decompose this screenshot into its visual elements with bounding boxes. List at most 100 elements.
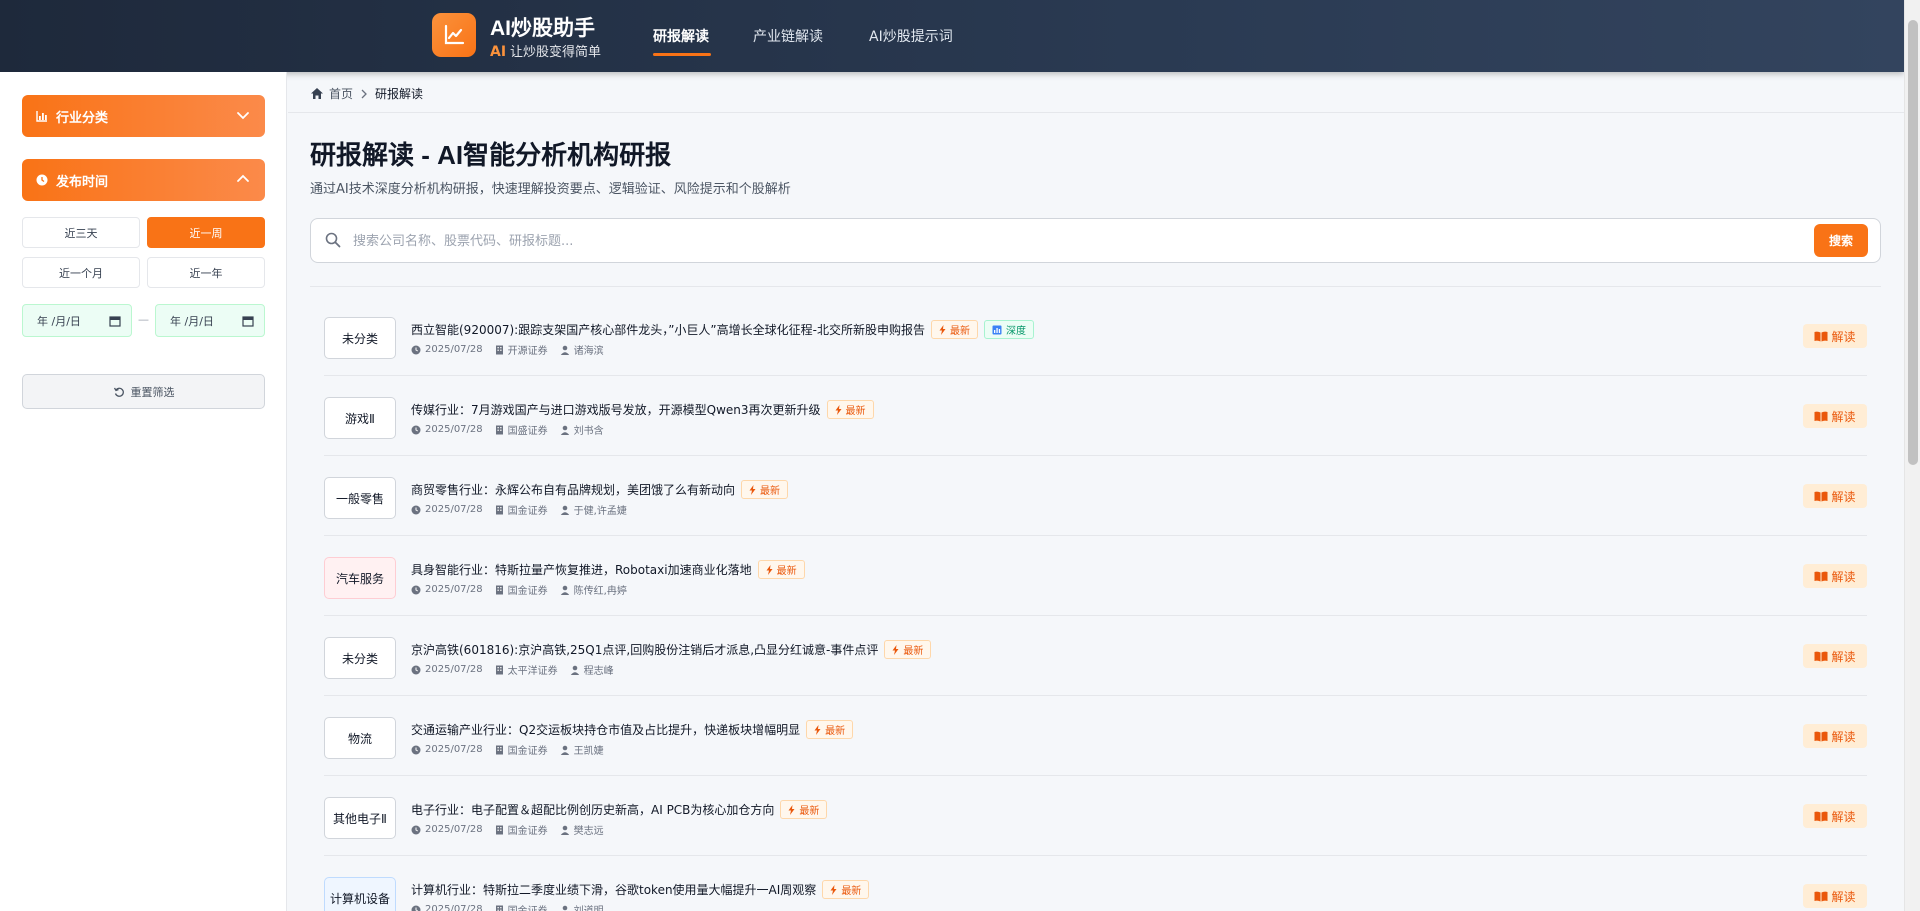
report-row[interactable]: 其他电子Ⅱ 电子行业：电子配置＆超配比例创历史新高，AI PCB为核心加仓方向 最新… [310, 776, 1867, 856]
date-range-separator: — [138, 313, 149, 326]
new-badge: 最新 [822, 880, 870, 899]
time-option-1week[interactable]: 近一周 [147, 217, 265, 248]
search-input[interactable] [353, 227, 1693, 255]
book-open-icon [1814, 651, 1828, 661]
report-author: 王凯婕 [573, 746, 604, 757]
read-button[interactable]: 解读 [1803, 884, 1867, 908]
page-subtitle: 通过AI技术深度分析机构研报，快速理解投资要点、逻辑验证、风险提示和个股解析 [310, 182, 791, 197]
read-button[interactable]: 解读 [1803, 324, 1867, 348]
industry-tag: 物流 [324, 717, 396, 759]
report-title: 交通运输产业行业：Q2交运板块持仓市值及占比提升，快递板块增幅明显 [411, 723, 801, 737]
report-title: 西立智能(920007):跟踪支架国产核心部件龙头，”小巨人”高增长全球化征程-… [411, 323, 925, 337]
new-badge: 最新 [826, 400, 874, 419]
report-title-link[interactable]: 具身智能行业：特斯拉量产恢复推进，Robotaxi加速商业化落地 最新 [411, 560, 805, 579]
read-button[interactable]: 解读 [1803, 644, 1867, 668]
industry-tag: 一般零售 [324, 477, 396, 519]
report-title: 传媒行业：7月游戏国产与进口游戏版号发放，开源模型Qwen3再次更新升级 [411, 403, 821, 417]
report-row[interactable]: 物流 交通运输产业行业：Q2交运板块持仓市值及占比提升，快递板块增幅明显 最新 202… [310, 696, 1867, 776]
clock-icon [411, 345, 421, 354]
report-meta: 2025/07/28 国金证券 王凯婕 [411, 742, 616, 757]
bolt-icon [766, 564, 773, 575]
report-author: 诸海滨 [573, 346, 604, 357]
report-broker: 国金证券 [507, 826, 548, 837]
building-icon [495, 665, 503, 674]
read-button[interactable]: 解读 [1803, 724, 1867, 748]
building-icon [495, 345, 503, 354]
report-title-link[interactable]: 商贸零售行业：永辉公布自有品牌规划，美团饿了么有新动向 最新 [411, 480, 789, 499]
clock-icon [411, 745, 421, 754]
time-option-1year[interactable]: 近一年 [147, 257, 265, 288]
clock-icon [411, 505, 421, 514]
report-row[interactable]: 汽车服务 具身智能行业：特斯拉量产恢复推进，Robotaxi加速商业化落地 最新 20… [310, 536, 1867, 616]
user-icon [570, 665, 579, 675]
report-author: 程志峰 [583, 666, 614, 677]
chevron-up-icon [237, 174, 249, 182]
report-title-link[interactable]: 西立智能(920007):跟踪支架国产核心部件龙头，”小巨人”高增长全球化征程-… [411, 320, 1034, 339]
end-date-input[interactable]: 年 /月/日 [155, 304, 265, 337]
chevron-down-icon [237, 112, 249, 120]
report-broker: 国金证券 [507, 506, 548, 517]
clock-icon [411, 905, 421, 911]
bolt-icon [749, 484, 756, 495]
app-title: AI炒股助手 [490, 17, 595, 40]
report-title-link[interactable]: 计算机行业：特斯拉二季度业绩下滑，谷歌token使用量大幅提升一AI周观察 最新 [411, 880, 870, 899]
report-title: 京沪高铁(601816):京沪高铁,25Q1点评,回购股份注销后才派息,凸显分红… [411, 643, 879, 657]
report-title-link[interactable]: 京沪高铁(601816):京沪高铁,25Q1点评,回购股份注销后才派息,凸显分红… [411, 640, 932, 659]
page-scrollbar[interactable] [1904, 0, 1920, 911]
undo-icon [113, 387, 124, 397]
nav-research-report[interactable]: 研报解读 [653, 26, 709, 46]
report-row[interactable]: 一般零售 商贸零售行业：永辉公布自有品牌规划，美团饿了么有新动向 最新 2025/07… [310, 456, 1867, 536]
report-meta: 2025/07/28 国金证券 于健,许孟婕 [411, 502, 639, 517]
report-row[interactable]: 计算机设备 计算机行业：特斯拉二季度业绩下滑，谷歌token使用量大幅提升一AI周… [310, 856, 1867, 911]
search-button[interactable]: 搜索 [1814, 224, 1868, 257]
search-bar: 搜索 [310, 218, 1881, 263]
building-icon [495, 585, 503, 594]
report-broker: 开源证券 [507, 346, 548, 357]
new-badge: 最新 [930, 320, 978, 339]
nav-industry-chain[interactable]: 产业链解读 [753, 26, 823, 46]
read-button[interactable]: 解读 [1803, 564, 1867, 588]
clock-icon [36, 174, 48, 186]
time-option-1month[interactable]: 近一个月 [22, 257, 140, 288]
new-badge: 最新 [780, 800, 828, 819]
book-open-icon [1814, 411, 1828, 421]
logo-chart-icon[interactable] [432, 13, 476, 57]
read-button[interactable]: 解读 [1803, 404, 1867, 428]
reset-filter-button[interactable]: 重置筛选 [22, 374, 265, 409]
calendar-icon [242, 316, 254, 327]
industry-tag: 未分类 [324, 637, 396, 679]
user-icon [560, 585, 569, 595]
report-broker: 国金证券 [507, 746, 548, 757]
start-date-input[interactable]: 年 /月/日 [22, 304, 132, 337]
report-title-link[interactable]: 电子行业：电子配置＆超配比例创历史新高，AI PCB为核心加仓方向 最新 [411, 800, 828, 819]
report-title-link[interactable]: 传媒行业：7月游戏国产与进口游戏版号发放，开源模型Qwen3再次更新升级 最新 [411, 400, 874, 419]
report-broker: 国盛证券 [507, 426, 548, 437]
user-icon [560, 425, 569, 435]
nav-active-indicator [653, 53, 711, 56]
industry-tag: 未分类 [324, 317, 396, 359]
read-button[interactable]: 解读 [1803, 484, 1867, 508]
time-option-3days[interactable]: 近三天 [22, 217, 140, 248]
report-row[interactable]: 未分类 西立智能(920007):跟踪支架国产核心部件龙头，”小巨人”高增长全球化… [310, 296, 1867, 376]
read-button[interactable]: 解读 [1803, 804, 1867, 828]
industry-filter-header[interactable]: 行业分类 [22, 95, 265, 137]
report-title: 具身智能行业：特斯拉量产恢复推进，Robotaxi加速商业化落地 [411, 563, 752, 577]
report-row[interactable]: 游戏Ⅱ 传媒行业：7月游戏国产与进口游戏版号发放，开源模型Qwen3再次更新升级最… [310, 376, 1867, 456]
search-icon [325, 232, 341, 248]
nav-ai-prompts[interactable]: AI炒股提示词 [869, 26, 953, 46]
book-open-icon [1814, 731, 1828, 741]
breadcrumb-home[interactable]: 首页 [329, 85, 353, 102]
scrollbar-thumb[interactable] [1908, 20, 1918, 465]
book-open-icon [1814, 811, 1828, 821]
report-date: 2025/07/28 [425, 584, 483, 595]
bolt-icon [830, 884, 837, 895]
report-title-link[interactable]: 交通运输产业行业：Q2交运板块持仓市值及占比提升，快递板块增幅明显 最新 [411, 720, 854, 739]
time-filter-header[interactable]: 发布时间 [22, 159, 265, 201]
industry-tag: 计算机设备 [324, 877, 396, 911]
report-date: 2025/07/28 [425, 424, 483, 435]
book-open-icon [1814, 571, 1828, 581]
report-date: 2025/07/28 [425, 744, 483, 755]
report-date: 2025/07/28 [425, 664, 483, 675]
report-row[interactable]: 未分类 京沪高铁(601816):京沪高铁,25Q1点评,回购股份注销后才派息,凸… [310, 616, 1867, 696]
report-date: 2025/07/28 [425, 344, 483, 355]
